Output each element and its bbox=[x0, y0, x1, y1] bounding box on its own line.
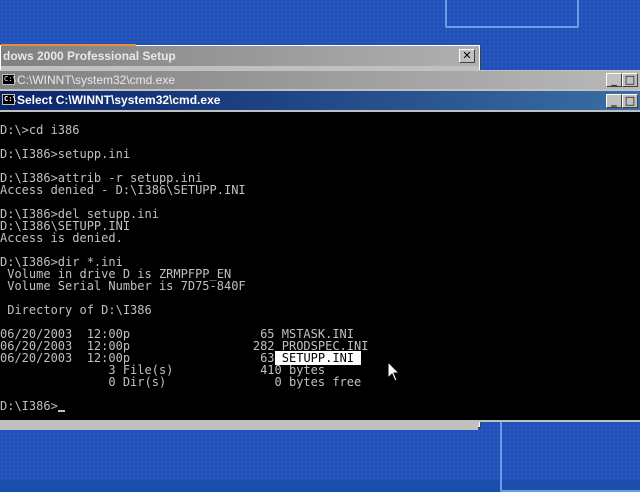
cmd-window-active: C:\ Select C:\WINNT\system32\cmd.exe _ □… bbox=[0, 90, 640, 422]
mouse-pointer-icon bbox=[388, 362, 400, 382]
setup-title-bar[interactable]: dows 2000 Professional Setup bbox=[1, 46, 479, 66]
cmd-inactive-minimize-button[interactable]: _ bbox=[606, 73, 622, 87]
console-line: Access denied - D:\I386\SETUPP.INI bbox=[0, 183, 246, 197]
console-line: Access is denied. bbox=[0, 231, 123, 245]
background-frame-top bbox=[445, 0, 579, 28]
console-line: Volume Serial Number is 7D75-840F bbox=[0, 279, 246, 293]
text-cursor bbox=[57, 410, 65, 412]
console-line: D:\I386> bbox=[0, 399, 58, 413]
cmd-inactive-title-bar[interactable]: C:\ C:\WINNT\system32\cmd.exe _ □ bbox=[0, 71, 640, 89]
cmd-inactive-maximize-button[interactable]: □ bbox=[622, 73, 638, 87]
cmd-active-maximize-button[interactable]: □ bbox=[622, 94, 638, 108]
cmd-active-title: Select C:\WINNT\system32\cmd.exe bbox=[17, 93, 221, 107]
console-line: 0 Dir(s) 0 bytes free bbox=[0, 375, 362, 389]
cmd-inactive-title: C:\WINNT\system32\cmd.exe bbox=[17, 73, 176, 87]
console-prompt-line: D:\I386> bbox=[0, 400, 65, 412]
setup-title: dows 2000 Professional Setup bbox=[3, 49, 176, 63]
cmd-window-inactive: C:\ C:\WINNT\system32\cmd.exe _ □ bbox=[0, 70, 640, 92]
console-line: D:\>cd i386 bbox=[0, 123, 80, 137]
setup-close-button[interactable]: ✕ bbox=[459, 49, 475, 63]
console-line: D:\I386>setupp.ini bbox=[0, 147, 131, 161]
setup-window-bottom-edge bbox=[0, 422, 478, 430]
cmd-icon: C:\ bbox=[2, 74, 17, 85]
cmd-active-minimize-button[interactable]: _ bbox=[606, 94, 622, 108]
console-output[interactable]: D:\>cd i386 D:\I386>setupp.ini D:\I386>a… bbox=[0, 112, 640, 420]
cmd-icon: C:\ bbox=[2, 94, 17, 105]
console-line: Directory of D:\I386 bbox=[0, 303, 152, 317]
cmd-active-title-bar[interactable]: C:\ Select C:\WINNT\system32\cmd.exe _ □ bbox=[0, 91, 640, 110]
background-frame-bottom bbox=[500, 418, 640, 492]
